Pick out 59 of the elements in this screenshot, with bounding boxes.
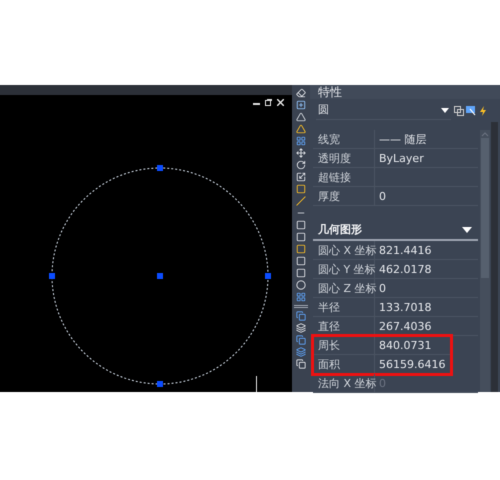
grid-icon[interactable] — [296, 292, 306, 302]
scale-icon[interactable] — [296, 172, 306, 182]
square-plus-icon[interactable] — [296, 100, 306, 110]
object-type-dropdown[interactable]: 圆 — [316, 102, 451, 120]
cursor-select-icon[interactable] — [466, 106, 476, 116]
property-value[interactable]: 821.4416 — [375, 240, 432, 258]
slash-icon[interactable] — [296, 196, 306, 206]
property-label: 超链接 — [313, 168, 375, 186]
grip-handle[interactable] — [157, 381, 163, 387]
property-value[interactable]: 133.7018 — [375, 298, 432, 316]
property-label: 线宽 — [313, 130, 375, 148]
property-value[interactable]: 56159.6416 — [375, 354, 446, 372]
property-label: 面积 — [313, 354, 375, 372]
square-icon[interactable] — [296, 268, 306, 278]
property-value[interactable]: 462.0178 — [375, 260, 432, 278]
square-icon[interactable] — [296, 220, 306, 230]
layers-icon[interactable] — [296, 323, 306, 333]
lightning-icon[interactable] — [478, 106, 488, 116]
grip-handle[interactable] — [265, 273, 271, 279]
select-objects-icon[interactable] — [454, 106, 464, 116]
square-icon[interactable] — [296, 244, 306, 254]
property-label: 厚度 — [313, 187, 375, 205]
property-label: 圆心 Z 坐标 — [313, 278, 375, 296]
grip-handle[interactable] — [157, 273, 163, 279]
cursor-line — [256, 376, 257, 392]
copy-icon[interactable] — [296, 311, 306, 321]
property-value[interactable]: 840.0731 — [375, 336, 432, 354]
collapse-arrow-icon — [462, 227, 472, 234]
section-header[interactable]: 几何图形 — [313, 222, 478, 240]
property-label: 周长 — [313, 336, 375, 354]
grid-icon[interactable] — [296, 136, 306, 146]
grip-handle[interactable] — [157, 165, 163, 171]
panel-title: 特性 — [318, 85, 342, 99]
property-label: 法向 X 坐标 — [313, 374, 375, 392]
square-icon[interactable] — [296, 232, 306, 242]
close-icon[interactable] — [277, 99, 284, 106]
layers-icon[interactable] — [296, 347, 306, 357]
property-label: 直径 — [313, 316, 375, 334]
property-value[interactable]: —— 随层 — [375, 130, 426, 148]
dropdown-arrow-icon — [441, 108, 449, 113]
property-value[interactable]: 0 — [375, 278, 386, 296]
restore-icon[interactable] — [265, 99, 272, 106]
property-label: 半径 — [313, 298, 375, 316]
square-icon[interactable] — [296, 184, 306, 194]
copy-icon[interactable] — [296, 359, 306, 369]
property-value[interactable]: ByLayer — [375, 149, 424, 167]
grip-handle[interactable] — [49, 273, 55, 279]
property-value[interactable]: 267.4036 — [375, 316, 432, 334]
property-label: 透明度 — [313, 149, 375, 167]
circle-icon[interactable] — [296, 280, 306, 290]
move-icon[interactable] — [296, 148, 306, 158]
property-label: 圆心 X 坐标 — [313, 240, 375, 258]
square-icon[interactable] — [296, 256, 306, 266]
property-value[interactable]: 0 — [375, 187, 386, 205]
copy-icon[interactable] — [296, 335, 306, 345]
eraser-icon[interactable] — [296, 88, 306, 98]
scrollbar[interactable] — [480, 130, 490, 392]
rotate-icon[interactable] — [296, 160, 306, 170]
property-label: 圆心 Y 坐标 — [313, 260, 375, 278]
